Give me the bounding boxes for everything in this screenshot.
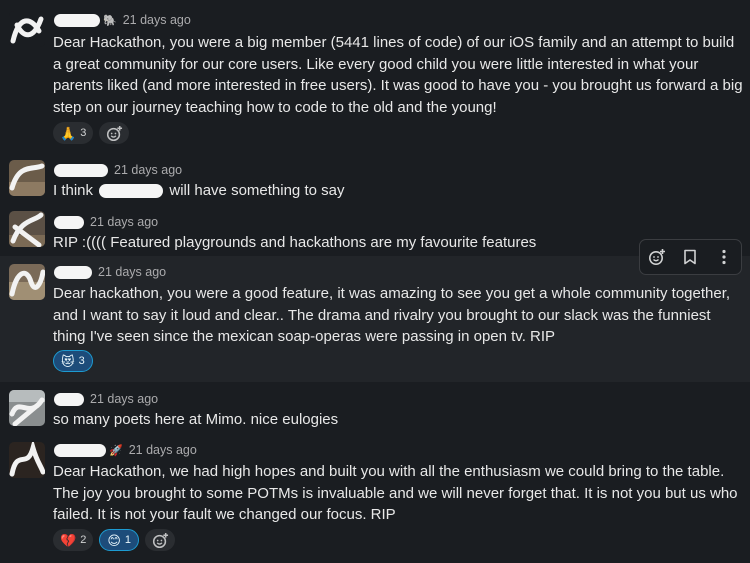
save-for-later-button[interactable]: [677, 244, 703, 270]
avatar[interactable]: [9, 160, 45, 196]
reaction-pill[interactable]: 😊 1: [99, 529, 139, 551]
reaction-pill[interactable]: 💔 2: [53, 529, 94, 551]
message-text-part: I think: [53, 182, 94, 199]
timestamp[interactable]: 21 days ago: [90, 215, 158, 229]
status-emoji: 🐘: [103, 14, 117, 27]
avatar[interactable]: [9, 11, 45, 47]
timestamp[interactable]: 21 days ago: [90, 392, 158, 406]
message-meta: 21 days ago: [54, 161, 182, 179]
reaction-pill[interactable]: 🙏 3: [53, 122, 94, 144]
avatar[interactable]: [9, 211, 45, 247]
message-text: Dear Hackathon, we had high hopes and bu…: [53, 463, 738, 523]
reaction-pill[interactable]: 😻 3: [53, 350, 93, 372]
reactions: 💔 2 😊 1: [53, 529, 175, 551]
more-vertical-icon: [722, 249, 726, 265]
message-text: Dear hackathon, you were a good feature,…: [53, 285, 731, 345]
add-reaction-icon: [648, 249, 665, 265]
message-meta: 21 days ago: [54, 213, 158, 231]
reaction-count: 3: [78, 355, 85, 367]
message-text-part: will have something to say: [169, 182, 345, 199]
message-4[interactable]: 21 days ago Dear hackathon, you were a g…: [0, 256, 750, 382]
reactions: 🙏 3: [53, 122, 130, 144]
add-reaction-icon: [106, 125, 122, 141]
reaction-count: 3: [80, 127, 87, 139]
message-meta: 21 days ago: [54, 263, 166, 281]
add-reaction-icon: [152, 532, 168, 548]
timestamp[interactable]: 21 days ago: [123, 13, 191, 27]
author-name-redacted[interactable]: [54, 163, 108, 177]
author-name-redacted[interactable]: [54, 443, 106, 457]
timestamp[interactable]: 21 days ago: [98, 265, 166, 279]
message-meta: 21 days ago: [54, 390, 158, 408]
message-text: so many poets here at Mimo. nice eulogie…: [53, 411, 339, 428]
author-name-redacted[interactable]: [54, 392, 84, 406]
status-emoji: 🚀: [109, 444, 123, 457]
reactions: 😻 3: [53, 350, 93, 372]
message-3[interactable]: 21 days ago RIP :(((( Featured playgroun…: [0, 204, 750, 256]
avatar[interactable]: [9, 442, 45, 478]
author-name-redacted[interactable]: [54, 13, 100, 27]
cat-heart-eyes-emoji-icon: 😻: [61, 353, 75, 369]
broken-heart-emoji-icon: 💔: [60, 532, 77, 548]
message-actions-toolbar: [639, 239, 742, 275]
more-actions-button[interactable]: [711, 244, 737, 270]
avatar[interactable]: [9, 390, 45, 426]
timestamp[interactable]: 21 days ago: [129, 443, 197, 457]
message-text: Dear Hackathon, you were a big member (5…: [53, 34, 743, 116]
smiling-face-emoji-icon: 😊: [107, 532, 121, 548]
add-reaction-button[interactable]: [99, 122, 130, 144]
avatar[interactable]: [9, 264, 45, 300]
message-2[interactable]: 21 days ago I think will have something …: [0, 152, 750, 204]
message-text: I think will have something to say: [53, 180, 743, 202]
message-meta: 🚀 21 days ago: [54, 441, 197, 459]
mention-redacted[interactable]: [99, 184, 164, 199]
reaction-count: 2: [80, 534, 87, 546]
pray-emoji-icon: 🙏: [60, 125, 77, 141]
add-reaction-button[interactable]: [644, 244, 670, 270]
message-6[interactable]: 🚀 21 days ago Dear Hackathon, we had hig…: [0, 434, 750, 563]
message-meta: 🐘 21 days ago: [54, 11, 191, 29]
message-1[interactable]: 🐘 21 days ago Dear Hackathon, you were a…: [0, 0, 750, 152]
bookmark-icon: [684, 249, 697, 265]
message-5[interactable]: 21 days ago so many poets here at Mimo. …: [0, 382, 750, 434]
add-reaction-button[interactable]: [145, 529, 175, 551]
author-name-redacted[interactable]: [54, 265, 92, 279]
reaction-count: 1: [124, 534, 131, 546]
timestamp[interactable]: 21 days ago: [114, 163, 182, 177]
author-name-redacted[interactable]: [54, 215, 84, 229]
